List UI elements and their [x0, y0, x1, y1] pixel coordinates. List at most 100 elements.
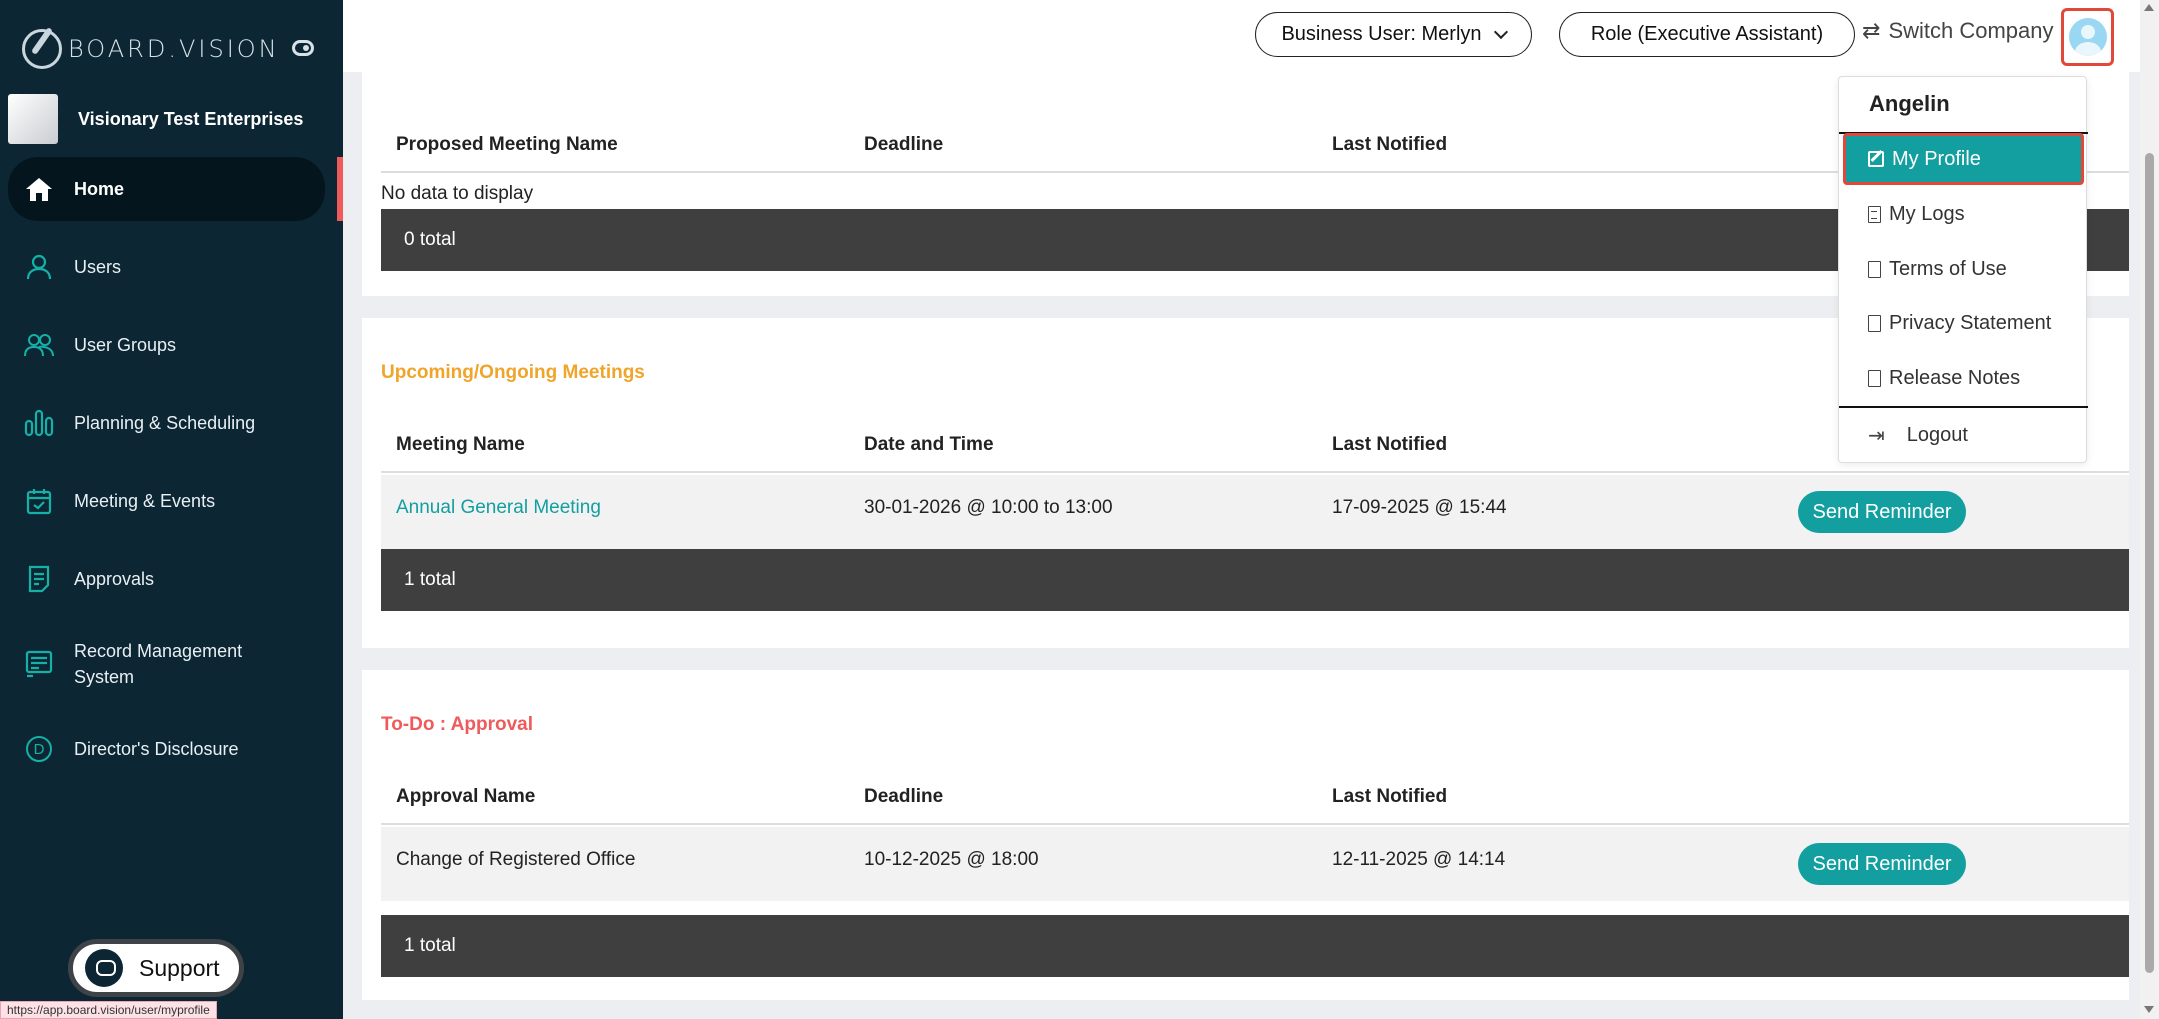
column-header: Meeting Name [396, 433, 525, 455]
business-user-label: Business User: Merlyn [1281, 23, 1482, 45]
todo-approval-card: To-Do : Approval Approval Name Deadline … [362, 670, 2129, 1000]
sidebar-item-user-groups[interactable]: User Groups [0, 313, 343, 377]
sidebar-item-label: Users [74, 256, 122, 277]
last-notified: 17-09-2025 @ 15:44 [1332, 497, 1507, 518]
total-count: 1 total [404, 935, 456, 956]
menu-item-release-notes[interactable]: Release Notes [1843, 352, 2084, 404]
table-footer: 1 total [381, 549, 2129, 611]
menu-item-terms[interactable]: Terms of Use [1843, 243, 2084, 295]
column-header: Deadline [864, 133, 944, 155]
d-circle-icon: D [24, 734, 54, 764]
column-header: Last Notified [1332, 785, 1448, 807]
profile-user-name: Angelin [1869, 91, 1950, 116]
document-icon [1868, 369, 1881, 387]
users-icon [24, 330, 54, 360]
menu-item-my-profile[interactable]: My Profile [1843, 133, 2084, 185]
menu-item-label: Terms of Use [1889, 257, 2007, 280]
sidebar-item-home[interactable]: Home [8, 157, 325, 221]
scrollbar-thumb[interactable] [2145, 153, 2154, 973]
send-reminder-button[interactable]: Send Reminder [1798, 491, 1966, 533]
sidebar-item-label: Meeting & Events [74, 490, 216, 511]
company-name: Visionary Test Enterprises [78, 108, 304, 129]
scroll-up-arrow-icon[interactable] [2144, 4, 2154, 11]
menu-item-my-logs[interactable]: My Logs [1843, 188, 2084, 240]
chart-bars-icon [24, 408, 54, 438]
sidebar-item-label: Approvals [74, 568, 155, 589]
menu-item-label: My Logs [1889, 202, 1965, 225]
sidebar-item-records[interactable]: Record Management System [0, 625, 343, 703]
support-button[interactable]: Support [68, 939, 244, 997]
table-row: Change of Registered Office 10-12-2025 @… [381, 827, 2129, 901]
total-count: 0 total [404, 229, 456, 250]
svg-text:D: D [34, 741, 45, 758]
section-title: Upcoming/Ongoing Meetings [381, 362, 645, 383]
sidebar-item-meetings[interactable]: Meeting & Events [0, 469, 343, 533]
edit-icon [1868, 151, 1884, 167]
top-bar: Business User: Merlyn Role (Executive As… [343, 0, 2140, 72]
column-header: Last Notified [1332, 133, 1448, 155]
switch-company-button[interactable]: ⇄ Switch Company [1862, 18, 2054, 44]
scroll-down-arrow-icon[interactable] [2144, 1006, 2154, 1013]
logo-icon [22, 29, 62, 69]
meeting-link[interactable]: Annual General Meeting [396, 497, 601, 519]
meeting-datetime: 30-01-2026 @ 10:00 to 13:00 [864, 497, 1113, 518]
business-user-dropdown[interactable]: Business User: Merlyn [1255, 12, 1532, 57]
active-indicator [337, 157, 343, 221]
document-icon [1868, 205, 1881, 223]
avatar [2068, 18, 2107, 56]
menu-item-logout[interactable]: ⇥ Logout [1843, 409, 2084, 461]
sidebar-item-approvals[interactable]: Approvals [0, 547, 343, 611]
document-icon [1868, 314, 1881, 332]
sidebar: BOARD.VISION Visionary Test Enterprises … [0, 0, 343, 1019]
profile-avatar-button[interactable] [2061, 8, 2114, 66]
column-header: Deadline [864, 785, 944, 807]
table-row: Annual General Meeting 30-01-2026 @ 10:0… [381, 475, 2129, 549]
table-footer: 1 total [381, 915, 2129, 977]
approval-deadline: 10-12-2025 @ 18:00 [864, 849, 1039, 870]
approval-name: Change of Registered Office [396, 849, 636, 870]
menu-item-label: Privacy Statement [1889, 311, 2052, 334]
document-icon [24, 564, 54, 594]
sidebar-item-label: Director's Disclosure [74, 738, 239, 759]
section-title: To-Do : Approval [381, 714, 533, 735]
menu-item-label: Release Notes [1889, 366, 2021, 389]
divider [1839, 406, 2088, 408]
record-icon [24, 649, 54, 679]
sidebar-item-label: User Groups [74, 334, 177, 355]
sidebar-toggle-icon[interactable] [292, 40, 314, 56]
total-count: 1 total [404, 569, 456, 590]
profile-menu: Angelin My Profile My Logs Terms of Use … [1838, 76, 2088, 463]
brand-name: BOARD.VISION [68, 35, 280, 63]
menu-item-label: My Profile [1892, 147, 1981, 170]
home-icon [24, 174, 54, 204]
role-button[interactable]: Role (Executive Assistant) [1559, 12, 1855, 57]
sidebar-item-label: Planning & Scheduling [74, 412, 256, 433]
empty-message: No data to display [381, 183, 534, 204]
column-header: Approval Name [396, 785, 536, 807]
sidebar-nav: Home Users User Groups Planning & Schedu… [0, 157, 343, 795]
document-icon [1868, 260, 1881, 278]
switch-arrows-icon: ⇄ [1862, 18, 1881, 43]
send-reminder-button[interactable]: Send Reminder [1798, 843, 1966, 885]
menu-item-privacy[interactable]: Privacy Statement [1843, 297, 2084, 349]
chevron-down-icon [1493, 24, 1508, 39]
status-bar-url: https://app.board.vision/user/myprofile [0, 1001, 217, 1019]
sidebar-item-label: Record Management System [74, 641, 243, 687]
support-label: Support [139, 954, 220, 981]
last-notified: 12-11-2025 @ 14:14 [1332, 849, 1506, 870]
menu-item-label: Logout [1906, 423, 1968, 446]
company-switcher[interactable]: Visionary Test Enterprises [8, 94, 338, 144]
column-header: Last Notified [1332, 433, 1448, 455]
user-icon [24, 252, 54, 282]
switch-company-label: Switch Company [1888, 18, 2054, 43]
calendar-icon [24, 486, 54, 516]
brand-logo[interactable]: BOARD.VISION [22, 28, 332, 70]
sidebar-item-planning[interactable]: Planning & Scheduling [0, 391, 343, 455]
chat-icon [85, 949, 123, 987]
sidebar-item-users[interactable]: Users [0, 235, 343, 299]
company-logo [8, 94, 58, 144]
table-header: Approval Name Deadline Last Notified [381, 770, 2129, 825]
sidebar-item-label: Home [74, 178, 125, 199]
sidebar-item-disclosure[interactable]: D Director's Disclosure [0, 717, 343, 781]
role-label: Role (Executive Assistant) [1590, 23, 1824, 45]
